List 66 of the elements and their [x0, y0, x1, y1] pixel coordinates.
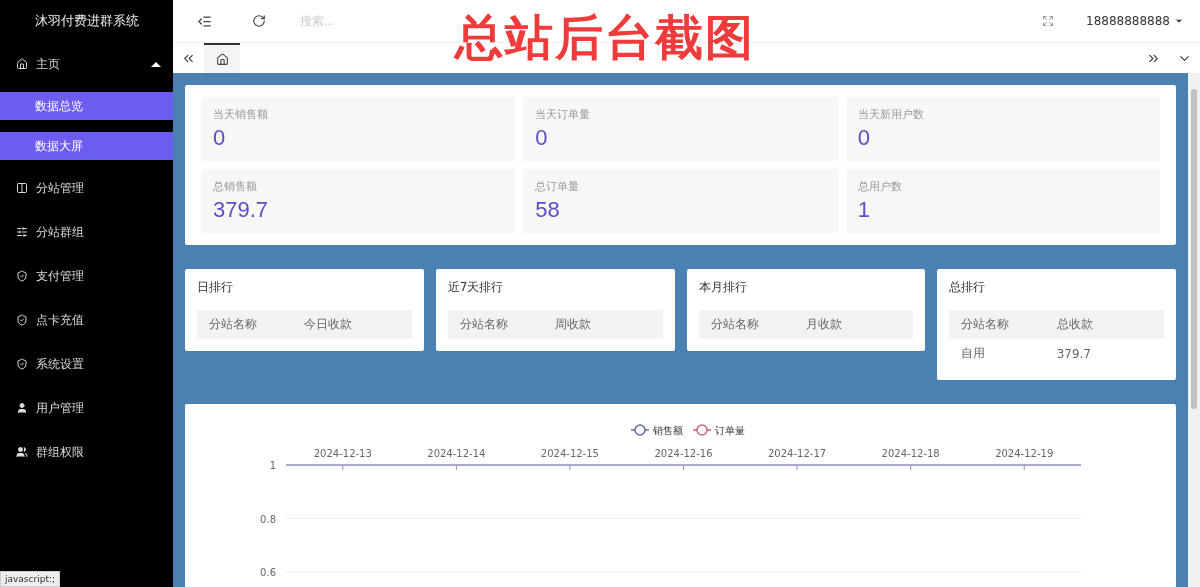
table-cell-text: 379.7	[1056, 346, 1092, 361]
stat-value: 0	[213, 125, 227, 151]
sidebar-item[interactable]: 用户管理	[0, 386, 173, 430]
ranking-title: 总排行	[949, 279, 987, 296]
table-cell-text: 自用	[961, 345, 987, 362]
axis-label: 1	[269, 460, 276, 471]
column-header: 今日收款	[304, 316, 354, 333]
axis-label: 2024-12-15	[540, 448, 599, 459]
sidebar-item[interactable]: 点卡充值	[0, 298, 173, 342]
home-icon	[16, 58, 28, 70]
axis-label: 2024-12-14	[426, 448, 485, 459]
column-header: 总收款	[1056, 316, 1094, 333]
home-tab[interactable]	[204, 43, 240, 73]
sidebar-item[interactable]: 支付管理	[0, 254, 173, 298]
shield-check-icon	[16, 358, 28, 370]
scrollbar[interactable]	[1188, 73, 1200, 587]
stat-label: 当天新用户数	[857, 107, 925, 122]
axis-label: 2024-12-13	[313, 448, 372, 459]
caret-icon	[151, 61, 161, 67]
status-bar: javascript:;	[0, 571, 60, 587]
stat-label: 总订单量	[535, 179, 581, 194]
stat-value: 0	[857, 125, 871, 151]
column-header: 分站名称	[710, 316, 760, 333]
sidebar-item[interactable]: 主页	[0, 42, 173, 86]
legend-item[interactable]: 销售额	[629, 424, 683, 436]
stat-value: 379.7	[213, 197, 270, 223]
shield-check-icon	[16, 314, 28, 326]
stat-label: 当天订单量	[535, 107, 592, 122]
sidebar-item[interactable]: 分站管理	[0, 166, 173, 210]
caret-icon	[1174, 16, 1184, 26]
sidebar-subitem[interactable]: 数据大屏	[0, 132, 173, 160]
ranking-title: 本月排行	[698, 279, 748, 296]
legend-item[interactable]: 订单量	[691, 424, 745, 436]
axis-label: 2024-12-17	[767, 448, 826, 459]
stat-value: 0	[535, 125, 549, 151]
stat-label: 总用户数	[857, 179, 903, 194]
users-icon	[16, 446, 28, 458]
user-menu[interactable]: 18888888888	[1086, 14, 1184, 28]
ranking-title: 日排行	[197, 279, 234, 296]
sliders-icon	[16, 226, 28, 238]
column-header: 分站名称	[209, 316, 258, 333]
sidebar-item[interactable]: 系统设置	[0, 342, 173, 386]
axis-label: 0.8	[259, 513, 276, 525]
sidebar-item[interactable]: 分站群组	[0, 210, 173, 254]
axis-label: 2024-12-16	[653, 448, 713, 459]
column-header: 分站名称	[459, 316, 509, 333]
axis-label: 0.6	[259, 567, 276, 578]
sidebar-subitem[interactable]: 数据总览	[0, 92, 173, 120]
column-header: 周收款	[555, 316, 593, 333]
user-icon	[16, 402, 28, 414]
stat-value: 1	[857, 197, 871, 223]
axis-label: 2024-12-19	[994, 448, 1053, 459]
app-title: 沐羽付费进群系统	[33, 12, 140, 30]
stat-label: 总销售额	[213, 179, 258, 194]
columns-icon	[16, 182, 28, 194]
ranking-title: 近7天排行	[447, 279, 505, 296]
legend-label: 销售额	[651, 425, 683, 436]
sidebar-item[interactable]: 群组权限	[0, 430, 173, 474]
column-header: 分站名称	[961, 316, 1011, 333]
column-header: 月收款	[805, 316, 843, 333]
stat-value: 58	[535, 197, 561, 223]
legend-label: 订单量	[714, 425, 745, 436]
stat-label: 当天销售额	[213, 107, 269, 122]
axis-label: 2024-12-18	[881, 448, 940, 459]
shield-check-icon	[16, 270, 28, 282]
home-icon	[215, 52, 229, 66]
